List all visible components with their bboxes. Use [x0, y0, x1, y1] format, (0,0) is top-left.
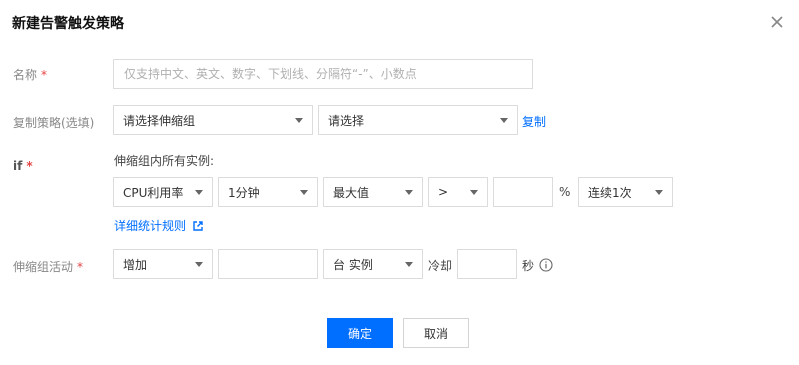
seconds-label: 秒: [522, 259, 535, 273]
chevron-down-icon: [295, 117, 303, 123]
instances-desc: 伸缩组内所有实例:: [114, 154, 215, 168]
cooldown-input[interactable]: [457, 249, 517, 279]
external-link-icon: [193, 220, 203, 231]
required-mark: *: [41, 68, 48, 82]
instance-count-input[interactable]: [218, 249, 318, 279]
info-icon[interactable]: [539, 258, 553, 272]
chevron-down-icon: [405, 261, 413, 267]
name-input[interactable]: [113, 59, 533, 89]
cancel-button[interactable]: 取消: [403, 318, 469, 348]
scaling-group-select[interactable]: 请选择伸缩组: [113, 105, 313, 135]
chevron-down-icon: [195, 261, 203, 267]
chevron-down-icon: [470, 189, 478, 195]
close-icon[interactable]: [767, 12, 787, 32]
period-select[interactable]: 1分钟: [218, 177, 318, 207]
if-label: if *: [13, 159, 33, 173]
chevron-down-icon: [655, 189, 663, 195]
metric-select[interactable]: CPU利用率: [113, 177, 213, 207]
copy-link[interactable]: 复制: [522, 113, 546, 130]
chevron-down-icon: [500, 117, 508, 123]
percent-unit: %: [559, 185, 571, 199]
copy-policy-label: 复制策略(选填): [13, 116, 95, 130]
policy-select[interactable]: 请选择: [318, 105, 518, 135]
statistics-rules-link[interactable]: 详细统计规则: [114, 217, 204, 234]
name-label: 名称 *: [13, 68, 48, 82]
action-select[interactable]: 增加: [113, 249, 213, 279]
unit-select[interactable]: 台 实例: [323, 249, 423, 279]
scaling-activity-label: 伸缩组活动 *: [13, 260, 84, 274]
cooldown-label: 冷却: [428, 259, 453, 273]
chevron-down-icon: [405, 189, 413, 195]
required-mark: *: [26, 159, 33, 173]
chevron-down-icon: [195, 189, 203, 195]
continuous-select[interactable]: 连续1次: [578, 177, 673, 207]
chevron-down-icon: [300, 189, 308, 195]
operator-select[interactable]: >: [428, 177, 488, 207]
required-mark: *: [77, 260, 84, 274]
threshold-input[interactable]: [493, 177, 553, 207]
dialog-title: 新建告警触发策略: [12, 16, 124, 32]
confirm-button[interactable]: 确定: [327, 318, 393, 348]
statistic-select[interactable]: 最大值: [323, 177, 423, 207]
